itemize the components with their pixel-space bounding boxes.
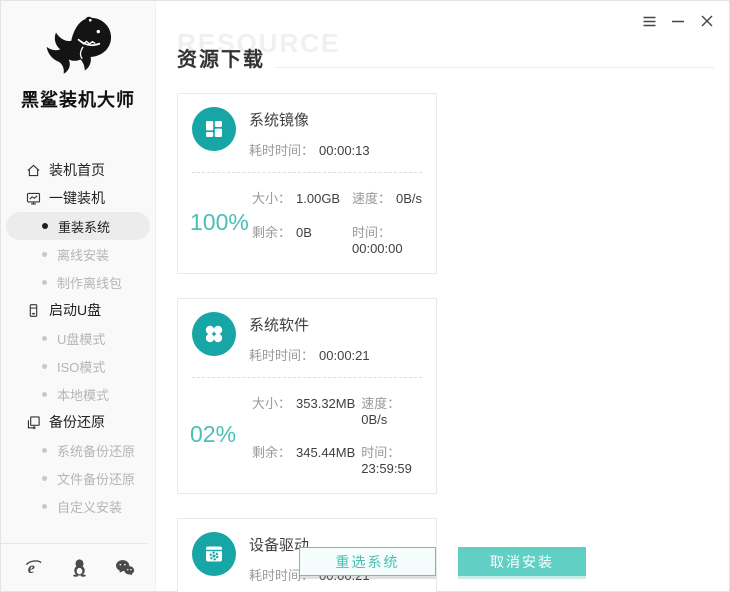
card-system-software: 系统软件 耗时时间：00:00:21 02% 大小：353.32MB 速度：0B… (177, 298, 437, 494)
card-title: 系统软件 (249, 314, 370, 335)
stat-time: 时间：00:00:00 (352, 222, 428, 256)
bullet-icon (42, 364, 47, 369)
elapsed-time: 耗时时间：00:00:21 (249, 345, 370, 364)
stat-remaining: 剩余：0B (252, 222, 346, 256)
bullet-icon (42, 392, 47, 397)
sidebar-item-backup-restore[interactable]: 备份还原 (1, 408, 155, 436)
sidebar-item-reinstall-system[interactable]: 重装系统 (6, 212, 150, 240)
main-content: RESOURCE 资源下载 系统镜像 耗时时间：00:00:13 (156, 1, 729, 591)
sidebar-item-label: U盘模式 (57, 329, 105, 348)
sidebar-item-local-mode[interactable]: 本地模式 (6, 380, 150, 408)
divider (275, 67, 714, 68)
one-key-install-icon (25, 190, 41, 206)
sidebar-item-label: 本地模式 (57, 385, 109, 404)
minimize-icon[interactable] (670, 13, 686, 29)
qq-icon[interactable] (69, 557, 89, 577)
stat-speed: 速度：0B/s (352, 188, 428, 207)
sidebar-item-system-backup-restore[interactable]: 系统备份还原 (6, 436, 150, 464)
sidebar-nav: 装机首页 一键装机 重装系统 离线安装 制作离线包 (1, 156, 155, 520)
menu-icon[interactable] (641, 13, 657, 29)
sidebar-item-label: ISO模式 (57, 357, 105, 376)
sidebar-item-offline-install[interactable]: 离线安装 (6, 240, 150, 268)
window-controls (641, 13, 715, 29)
bullet-icon (42, 252, 47, 257)
home-icon (25, 162, 41, 178)
sidebar-item-one-key-install[interactable]: 一键装机 (1, 184, 155, 212)
close-icon[interactable] (699, 13, 715, 29)
app-title: 黑鲨装机大师 (1, 86, 155, 112)
sidebar-item-label: 一键装机 (49, 188, 105, 208)
download-cards: 系统镜像 耗时时间：00:00:13 100% 大小：1.00GB 速度：0B/… (177, 93, 714, 592)
elapsed-time: 耗时时间：00:00:13 (249, 140, 370, 159)
bullet-icon (42, 280, 47, 285)
wechat-icon[interactable] (115, 557, 135, 577)
system-image-icon (192, 107, 236, 151)
sidebar: 黑鲨装机大师 装机首页 一键装机 重装系统 离线安装 (1, 1, 156, 591)
stat-time: 时间：23:59:59 (361, 442, 428, 476)
sidebar-item-boot-usb[interactable]: 启动U盘 (1, 296, 155, 324)
sidebar-item-label: 系统备份还原 (57, 441, 135, 460)
card-system-image: 系统镜像 耗时时间：00:00:13 100% 大小：1.00GB 速度：0B/… (177, 93, 437, 274)
sidebar-footer: e (1, 543, 155, 591)
app-window: 黑鲨装机大师 装机首页 一键装机 重装系统 离线安装 (0, 0, 730, 592)
sidebar-item-label: 装机首页 (49, 160, 105, 180)
sidebar-item-iso-mode[interactable]: ISO模式 (6, 352, 150, 380)
app-logo: 黑鲨装机大师 (1, 1, 155, 112)
page-title: 资源下载 (177, 43, 265, 72)
reselect-system-button[interactable]: 重选系统 (299, 547, 436, 576)
cancel-install-button[interactable]: 取消安装 (458, 547, 586, 576)
action-buttons: 重选系统 取消安装 (156, 547, 729, 576)
bullet-icon (42, 476, 47, 481)
stat-size: 大小：1.00GB (252, 188, 346, 207)
stat-remaining: 剩余：345.44MB (252, 442, 355, 476)
sidebar-item-file-backup-restore[interactable]: 文件备份还原 (6, 464, 150, 492)
system-software-icon (192, 312, 236, 356)
bullet-icon (42, 448, 47, 453)
sidebar-item-label: 备份还原 (49, 412, 105, 432)
bullet-icon (42, 504, 47, 509)
stat-size: 大小：353.32MB (252, 393, 355, 427)
page-header: RESOURCE 资源下载 (177, 43, 714, 72)
ie-icon[interactable]: e (23, 557, 43, 577)
sidebar-item-label: 制作离线包 (57, 273, 122, 292)
sidebar-item-make-offline-package[interactable]: 制作离线包 (6, 268, 150, 296)
bullet-icon (42, 336, 47, 341)
bullet-icon (42, 223, 48, 229)
stat-speed: 速度：0B/s (361, 393, 428, 427)
sidebar-item-label: 重装系统 (58, 217, 110, 236)
progress-percent: 02% (190, 421, 252, 448)
sidebar-item-usb-mode[interactable]: U盘模式 (6, 324, 150, 352)
progress-percent: 100% (190, 209, 252, 236)
sidebar-item-label: 离线安装 (57, 245, 109, 264)
sidebar-item-label: 启动U盘 (49, 300, 101, 320)
card-title: 系统镜像 (249, 109, 370, 130)
shark-logo-icon (36, 13, 120, 79)
sidebar-item-custom-install[interactable]: 自定义安装 (6, 492, 150, 520)
backup-restore-icon (25, 414, 41, 430)
sidebar-item-label: 自定义安装 (57, 497, 122, 516)
usb-drive-icon (25, 302, 41, 318)
sidebar-item-install-home[interactable]: 装机首页 (1, 156, 155, 184)
sidebar-item-label: 文件备份还原 (57, 469, 135, 488)
